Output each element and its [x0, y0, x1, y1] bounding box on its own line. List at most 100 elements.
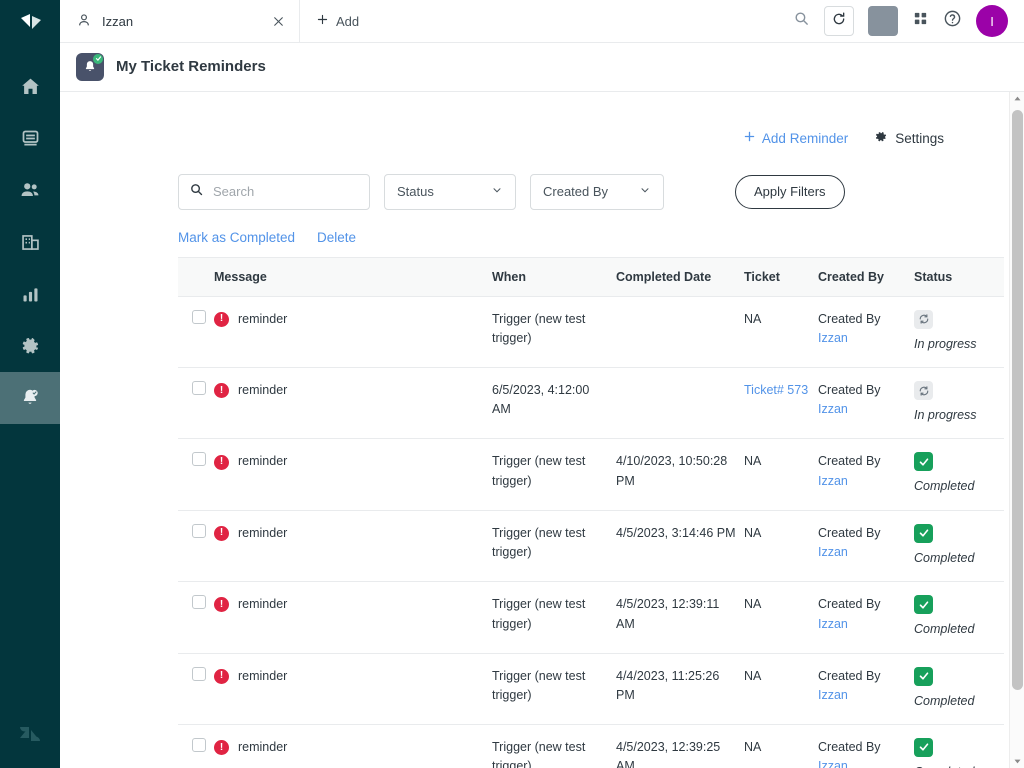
- cell-created-by: Created By Izzan: [818, 296, 914, 367]
- message-text: reminder: [238, 524, 287, 543]
- status-text: Completed: [914, 763, 974, 768]
- avatar[interactable]: I: [976, 5, 1008, 37]
- topbar-spacer: [375, 0, 793, 42]
- status-filter-select[interactable]: Status: [384, 174, 516, 210]
- created-by-user-link[interactable]: Izzan: [818, 688, 848, 702]
- add-tab-button[interactable]: Add: [300, 0, 375, 42]
- scrollbar-track[interactable]: [1010, 106, 1024, 754]
- table-row[interactable]: !reminder6/5/2023, 4:12:00 AMTicket# 573…: [178, 368, 1004, 439]
- table-row[interactable]: !reminderTrigger (new test trigger)4/10/…: [178, 439, 1004, 510]
- column-header-completed-date[interactable]: Completed Date: [616, 257, 744, 296]
- column-header-when[interactable]: When: [492, 257, 616, 296]
- created-by-user-link[interactable]: Izzan: [818, 474, 848, 488]
- status-text: In progress: [914, 335, 977, 354]
- row-checkbox-cell[interactable]: [178, 582, 214, 653]
- sidebar-item-home[interactable]: [0, 60, 60, 112]
- search-input[interactable]: [213, 184, 359, 199]
- tab-izzan[interactable]: Izzan: [60, 0, 300, 42]
- urgent-icon: !: [214, 669, 229, 684]
- row-checkbox-cell[interactable]: [178, 510, 214, 581]
- sidebar-item-organizations[interactable]: [0, 216, 60, 268]
- row-checkbox-cell[interactable]: [178, 296, 214, 367]
- chevron-down-icon: [491, 184, 503, 199]
- zendesk-logo-icon: [0, 700, 60, 768]
- table-row[interactable]: !reminderTrigger (new test trigger)NACre…: [178, 296, 1004, 367]
- ticket-link[interactable]: Ticket# 573: [744, 383, 808, 397]
- row-checkbox[interactable]: [192, 452, 206, 466]
- row-checkbox[interactable]: [192, 667, 206, 681]
- search-field[interactable]: [178, 174, 370, 210]
- row-checkbox-cell[interactable]: [178, 439, 214, 510]
- cell-when: Trigger (new test trigger): [492, 724, 616, 768]
- created-by-label: Created By: [818, 597, 881, 611]
- table-body: !reminderTrigger (new test trigger)NACre…: [178, 296, 1004, 768]
- row-checkbox-cell[interactable]: [178, 653, 214, 724]
- mark-as-completed-button[interactable]: Mark as Completed: [178, 230, 295, 245]
- urgent-icon: !: [214, 597, 229, 612]
- sidebar-item-views[interactable]: [0, 112, 60, 164]
- column-header-created-by[interactable]: Created By: [818, 257, 914, 296]
- row-checkbox[interactable]: [192, 310, 206, 324]
- user-icon: [76, 12, 92, 31]
- column-header-ticket[interactable]: Ticket: [744, 257, 818, 296]
- created-by-label: Created By: [818, 312, 881, 326]
- sidebar-item-reporting[interactable]: [0, 268, 60, 320]
- apps-grid-icon[interactable]: [912, 10, 929, 32]
- created-by-user-link[interactable]: Izzan: [818, 759, 848, 768]
- row-checkbox-cell[interactable]: [178, 724, 214, 768]
- cell-message: !reminder: [214, 296, 492, 367]
- row-checkbox[interactable]: [192, 738, 206, 752]
- urgent-icon: !: [214, 740, 229, 755]
- close-icon[interactable]: [272, 15, 285, 28]
- gear-icon: [874, 130, 888, 147]
- cell-completed-date: [616, 296, 744, 367]
- completed-icon: [914, 524, 933, 543]
- cell-created-by: Created ByIzzan: [818, 368, 914, 439]
- sidebar-item-customers[interactable]: [0, 164, 60, 216]
- created-by-label: Created By: [818, 454, 881, 468]
- status-filter-label: Status: [397, 184, 434, 199]
- row-checkbox[interactable]: [192, 381, 206, 395]
- help-circle-icon[interactable]: [943, 9, 962, 33]
- created-by-user-link[interactable]: Izzan: [818, 331, 848, 345]
- column-header-message[interactable]: Message: [214, 257, 492, 296]
- cell-completed-date: [616, 368, 744, 439]
- delete-button[interactable]: Delete: [317, 230, 356, 245]
- created-by-user-link[interactable]: Izzan: [818, 402, 848, 416]
- cell-ticket[interactable]: Ticket# 573: [744, 368, 818, 439]
- created-by-user-link[interactable]: Izzan: [818, 617, 848, 631]
- created-by-label: Created By: [818, 740, 881, 754]
- message-text: reminder: [238, 381, 287, 400]
- created-by-user-link[interactable]: Izzan: [818, 545, 848, 559]
- column-header-status[interactable]: Status: [914, 257, 1004, 296]
- apply-filters-button[interactable]: Apply Filters: [735, 175, 845, 209]
- placeholder-block[interactable]: [868, 6, 898, 36]
- content-area: Add Reminder Settings: [60, 92, 1024, 768]
- sidebar-item-admin[interactable]: [0, 320, 60, 372]
- cell-ticket: NA: [744, 582, 818, 653]
- refresh-button[interactable]: [824, 6, 854, 36]
- search-icon[interactable]: [793, 10, 810, 32]
- cell-ticket: NA: [744, 724, 818, 768]
- row-checkbox[interactable]: [192, 524, 206, 538]
- sidebar-item-reminders[interactable]: [0, 372, 60, 424]
- scroll-down-arrow-icon[interactable]: [1013, 754, 1022, 768]
- row-checkbox-cell[interactable]: [178, 368, 214, 439]
- created-by-filter-select[interactable]: Created By: [530, 174, 664, 210]
- add-reminder-button[interactable]: Add Reminder: [743, 130, 848, 146]
- scrollbar-thumb[interactable]: [1012, 110, 1023, 690]
- cell-ticket: NA: [744, 439, 818, 510]
- table-row[interactable]: !reminderTrigger (new test trigger)4/4/2…: [178, 653, 1004, 724]
- settings-button[interactable]: Settings: [874, 130, 944, 147]
- add-tab-label: Add: [336, 14, 359, 29]
- table-row[interactable]: !reminderTrigger (new test trigger)4/5/2…: [178, 724, 1004, 768]
- vertical-scrollbar[interactable]: [1009, 92, 1024, 768]
- row-checkbox[interactable]: [192, 595, 206, 609]
- urgent-icon: !: [214, 455, 229, 470]
- table-row[interactable]: !reminderTrigger (new test trigger)4/5/2…: [178, 582, 1004, 653]
- scroll-up-arrow-icon[interactable]: [1013, 92, 1022, 106]
- in-progress-icon: [914, 381, 933, 400]
- table-row[interactable]: !reminderTrigger (new test trigger)4/5/2…: [178, 510, 1004, 581]
- refresh-icon: [831, 11, 847, 32]
- content-actions: Add Reminder Settings: [60, 130, 1006, 147]
